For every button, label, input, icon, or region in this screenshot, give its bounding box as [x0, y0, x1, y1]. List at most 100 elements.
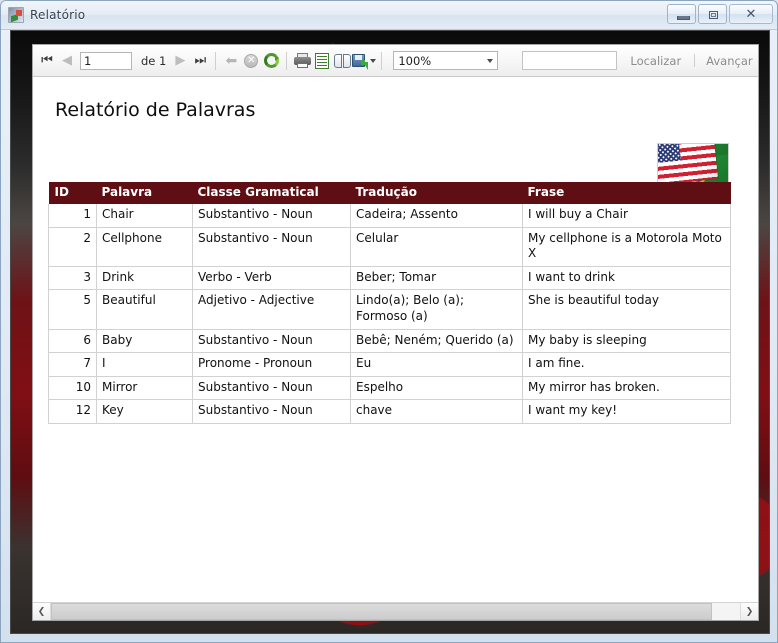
cell-id: 2	[48, 227, 97, 267]
words-table: ID Palavra Classe Gramatical Tradução Fr…	[48, 182, 731, 424]
next-page-button[interactable]: ▶	[170, 50, 190, 72]
cell-classe: Substantivo - Noun	[192, 227, 351, 267]
close-icon: ✕	[745, 6, 757, 22]
cell-traducao: Beber; Tomar	[350, 266, 523, 291]
print-button[interactable]	[292, 50, 312, 72]
page-total-label: de 1	[141, 53, 167, 68]
cell-palavra: Beautiful	[96, 289, 193, 330]
table-row: 3 Drink Verbo - Verb Beber; Tomar I want…	[48, 266, 731, 291]
cell-palavra: Chair	[96, 204, 193, 228]
maximize-icon	[709, 11, 718, 19]
chevron-right-icon: ❯	[745, 606, 754, 617]
title-bar: Relatório ✕	[1, 1, 777, 30]
search-input[interactable]	[522, 51, 618, 70]
minimize-button[interactable]	[667, 4, 696, 24]
stop-button[interactable]: ✕	[241, 50, 261, 72]
zoom-select[interactable]: 100%	[393, 51, 499, 70]
page-title: Relatório de Palavras	[55, 99, 256, 121]
cell-frase: I will buy a Chair	[522, 204, 731, 228]
print-layout-button[interactable]	[332, 50, 352, 72]
table-row: 1 Chair Substantivo - Noun Cadeira; Asse…	[48, 204, 731, 228]
toolbar-separator	[286, 51, 288, 70]
table-row: 6 Baby Substantivo - Noun Bebê; Neném; Q…	[48, 329, 731, 354]
cell-frase: I want to drink	[522, 266, 731, 291]
toolbar-separator	[694, 54, 696, 67]
cell-id: 1	[48, 204, 97, 228]
scroll-right-button[interactable]: ❯	[740, 603, 758, 620]
table-body: 1 Chair Substantivo - Noun Cadeira; Asse…	[48, 204, 731, 424]
scroll-left-button[interactable]: ❮	[33, 603, 51, 620]
cell-traducao: Celular	[350, 227, 523, 267]
refresh-icon	[263, 53, 279, 68]
cell-classe: Pronome - Pronoun	[192, 352, 351, 377]
cell-traducao: chave	[350, 399, 523, 424]
chevron-right-icon: ▶	[175, 53, 186, 68]
cell-palavra: Mirror	[96, 376, 193, 401]
last-page-button[interactable]: ⏭	[190, 50, 210, 72]
window-controls: ✕	[667, 4, 773, 24]
chevron-left-icon: ◀	[62, 53, 72, 68]
cell-frase: My cellphone is a Motorola Moto X	[522, 227, 731, 267]
table-row: 7 I Pronome - Pronoun Eu I am fine.	[48, 352, 731, 377]
stop-icon: ✕	[244, 53, 259, 68]
find-next-link[interactable]: Avançar	[706, 54, 752, 68]
cell-traducao: Cadeira; Assento	[350, 204, 523, 228]
refresh-button[interactable]	[261, 50, 281, 72]
export-save-icon	[352, 53, 369, 70]
cell-classe: Substantivo - Noun	[192, 204, 351, 228]
previous-page-button[interactable]: ◀	[57, 50, 77, 72]
book-icon	[333, 53, 351, 68]
cell-id: 3	[48, 266, 97, 291]
find-link[interactable]: Localizar	[630, 54, 681, 68]
horizontal-scrollbar[interactable]: ❮ ❯	[33, 602, 758, 620]
back-button[interactable]: ⬅	[221, 50, 241, 72]
cell-id: 10	[48, 376, 97, 401]
report-page: Relatório de Palavras ID Palavra Classe …	[33, 77, 758, 602]
page-number-input[interactable]	[80, 51, 132, 70]
cell-frase: I want my key!	[522, 399, 731, 424]
first-page-icon: ⏮	[41, 53, 53, 68]
cell-classe: Substantivo - Noun	[192, 399, 351, 424]
cell-id: 6	[48, 329, 97, 354]
first-page-button[interactable]: ⏮	[37, 50, 57, 72]
column-header-classe-gramatical: Classe Gramatical	[192, 182, 351, 204]
cell-palavra: Cellphone	[96, 227, 193, 267]
toolbar-separator	[215, 51, 217, 70]
cell-frase: I am fine.	[522, 352, 731, 377]
cell-id: 5	[48, 289, 97, 330]
table-row: 5 Beautiful Adjetivo - Adjective Lindo(a…	[48, 289, 731, 330]
page-setup-icon	[315, 52, 330, 69]
toolbar-separator	[381, 51, 383, 70]
cell-palavra: Baby	[96, 329, 193, 354]
table-row: 2 Cellphone Substantivo - Noun Celular M…	[48, 227, 731, 267]
scrollbar-thumb[interactable]	[51, 603, 713, 620]
column-header-frase: Frase	[522, 182, 731, 204]
printer-icon	[293, 53, 311, 68]
chevron-left-icon: ❮	[37, 606, 46, 617]
cell-classe: Substantivo - Noun	[192, 329, 351, 354]
cell-frase: My mirror has broken.	[522, 376, 731, 401]
cell-palavra: I	[96, 352, 193, 377]
chevron-down-icon	[487, 58, 494, 63]
maximize-button[interactable]	[698, 4, 727, 24]
cell-traducao: Lindo(a); Belo (a); Formoso (a)	[350, 289, 523, 330]
cell-palavra: Drink	[96, 266, 193, 291]
cell-classe: Verbo - Verb	[192, 266, 351, 291]
table-header-row: ID Palavra Classe Gramatical Tradução Fr…	[48, 182, 731, 204]
cell-traducao: Espelho	[350, 376, 523, 401]
scrollbar-track[interactable]	[51, 603, 740, 620]
cell-traducao: Eu	[350, 352, 523, 377]
last-page-icon: ⏭	[194, 53, 207, 68]
cell-classe: Substantivo - Noun	[192, 376, 351, 401]
chevron-down-icon	[370, 58, 377, 63]
page-setup-button[interactable]	[312, 50, 332, 72]
cell-classe: Adjetivo - Adjective	[192, 289, 351, 330]
cell-id: 12	[48, 399, 97, 424]
minimize-icon	[677, 16, 690, 20]
column-header-traducao: Tradução	[350, 182, 523, 204]
export-button[interactable]	[352, 50, 377, 72]
report-viewer: ⏮ ◀ de 1 ▶ ⏭ ⬅ ✕	[32, 44, 759, 621]
close-button[interactable]: ✕	[729, 4, 773, 24]
window-title: Relatório	[30, 8, 86, 22]
report-image-icon	[8, 7, 24, 23]
